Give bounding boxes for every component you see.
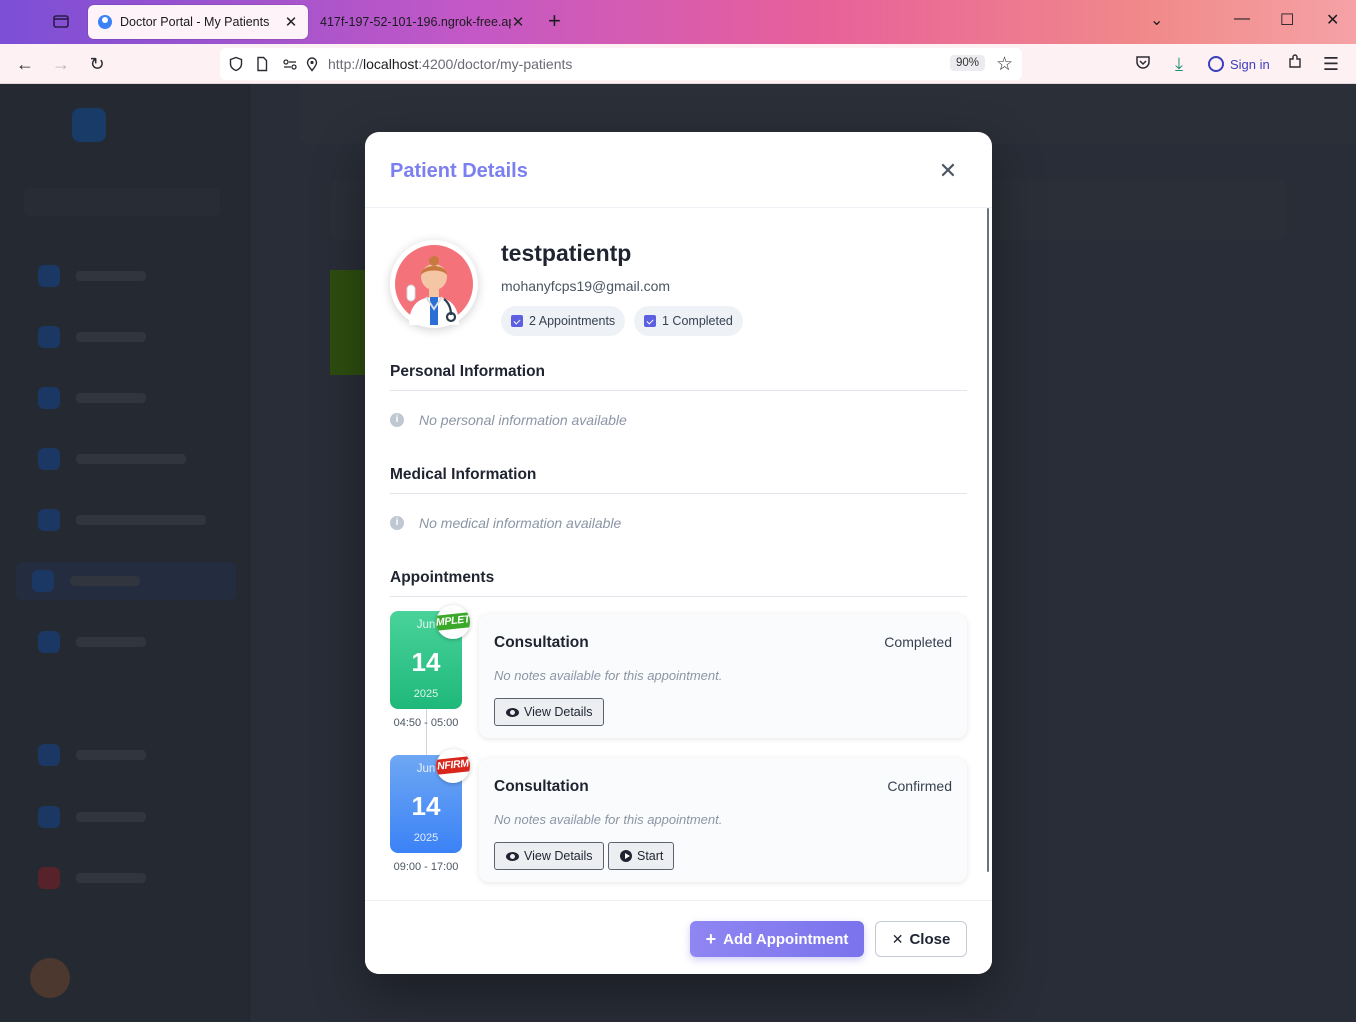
completed-count-label: 1 Completed <box>662 314 733 328</box>
info-icon: i <box>390 516 404 530</box>
url-scheme: http:// <box>328 56 364 72</box>
appointment-year: 2025 <box>413 688 439 700</box>
tab-title: 417f-197-52-101-196.ngrok-free.ap <box>320 15 511 29</box>
patient-avatar <box>390 240 478 328</box>
completed-status-icon: MPLET <box>436 605 470 639</box>
minimize-icon[interactable]: — <box>1234 10 1250 28</box>
plus-icon: + <box>705 929 717 949</box>
appointment-card: Consultation Confirmed No notes availabl… <box>479 758 967 882</box>
sign-in-label: Sign in <box>1230 56 1270 72</box>
completed-count-badge: 1 Completed <box>634 306 743 336</box>
personal-info-heading: Personal Information <box>390 363 546 380</box>
url-text[interactable]: http://localhost:4200/doctor/my-patients <box>328 56 572 72</box>
modal-header: Patient Details ✕ <box>365 132 992 208</box>
url-host: localhost <box>363 56 419 72</box>
close-icon[interactable]: ✕ <box>937 160 959 182</box>
browser-tab-active[interactable]: Doctor Portal - My Patients ✕ <box>88 5 308 39</box>
view-details-label: View Details <box>524 849 593 863</box>
appointment-time: 09:00 - 17:00 <box>393 861 459 873</box>
page-icon[interactable] <box>254 56 270 72</box>
url-path: :4200/doctor/my-patients <box>418 56 573 72</box>
add-appointment-label: Add Appointment <box>723 930 849 948</box>
appointment-status: Confirmed <box>887 778 952 794</box>
start-label: Start <box>637 849 664 863</box>
chevron-down-icon[interactable]: ⌄ <box>1150 10 1163 30</box>
reload-icon[interactable]: ↻ <box>86 53 108 75</box>
start-appointment-button[interactable]: Start <box>608 842 675 870</box>
medical-info-empty: i No medical information available <box>390 515 621 531</box>
maximize-icon[interactable]: ☐ <box>1280 10 1294 30</box>
view-details-button[interactable]: View Details <box>494 698 604 726</box>
appointment-day: 14 <box>411 791 441 821</box>
forward-icon[interactable]: → <box>50 53 72 75</box>
browser-toolbar: ← → ↻ http://localhost:4200/doctor/my-pa… <box>0 44 1356 84</box>
browser-tab-bar: Doctor Portal - My Patients ✕ 417f-197-5… <box>0 0 1356 44</box>
clipboard-check-icon <box>644 315 656 327</box>
favicon-icon <box>98 15 112 29</box>
sticker-text: MPLET <box>436 611 470 632</box>
eye-icon <box>506 851 519 861</box>
section-divider <box>390 596 967 597</box>
timeline-connector <box>426 702 427 757</box>
location-pin-icon[interactable] <box>304 56 320 72</box>
patient-details-modal: Patient Details ✕ testpatientp mohanyfcp… <box>365 132 992 974</box>
calendar-check-icon <box>511 315 523 327</box>
browser-tab[interactable]: 417f-197-52-101-196.ngrok-free.ap ✕ <box>310 5 535 39</box>
doctor-avatar-icon <box>395 245 473 325</box>
confirmed-status-icon: NFIRM <box>436 749 470 783</box>
tab-list-icon[interactable] <box>52 12 70 30</box>
personal-info-empty-text: No personal information available <box>419 412 627 428</box>
add-appointment-button[interactable]: + Add Appointment <box>690 921 864 957</box>
patient-email: mohanyfcps19@gmail.com <box>501 278 671 294</box>
download-icon[interactable]: ⤓ <box>1168 53 1190 75</box>
appointment-status: Completed <box>884 634 952 650</box>
appointment-notes: No notes available for this appointment. <box>494 812 723 827</box>
extensions-icon[interactable] <box>1284 53 1306 75</box>
account-icon <box>1208 56 1224 72</box>
url-bar[interactable]: http://localhost:4200/doctor/my-patients… <box>220 48 1022 80</box>
modal-scrollbar[interactable] <box>987 208 989 872</box>
personal-info-empty: i No personal information available <box>390 412 627 428</box>
tab-title: Doctor Portal - My Patients <box>120 15 270 29</box>
shield-icon[interactable] <box>228 56 244 72</box>
modal-footer: + Add Appointment ✕ Close <box>365 900 992 974</box>
tab-close-icon[interactable]: ✕ <box>284 13 298 31</box>
section-divider <box>390 390 967 391</box>
patient-name: testpatientp <box>501 240 632 266</box>
eye-icon <box>506 707 519 717</box>
modal-title: Patient Details <box>390 160 528 182</box>
window-close-icon[interactable]: ✕ <box>1326 10 1339 30</box>
appointments-count-badge: 2 Appointments <box>501 306 626 336</box>
appointment-type: Consultation <box>494 778 589 795</box>
close-button[interactable]: ✕ Close <box>875 921 967 957</box>
tab-close-icon[interactable]: ✕ <box>511 13 525 31</box>
pocket-icon[interactable] <box>1132 53 1154 75</box>
play-icon <box>620 850 632 862</box>
close-icon: ✕ <box>891 930 904 947</box>
zoom-level-badge[interactable]: 90% <box>950 55 986 71</box>
section-divider <box>390 493 967 494</box>
medical-info-heading: Medical Information <box>390 466 537 483</box>
info-icon: i <box>390 413 404 427</box>
appointment-type: Consultation <box>494 634 589 651</box>
view-details-button[interactable]: View Details <box>494 842 604 870</box>
bookmark-star-icon[interactable]: ☆ <box>996 53 1013 76</box>
appointments-count-label: 2 Appointments <box>529 314 616 328</box>
appointment-card: Consultation Completed No notes availabl… <box>479 614 967 738</box>
medical-info-empty-text: No medical information available <box>419 515 622 531</box>
sign-in-button[interactable]: Sign in <box>1200 49 1274 79</box>
close-label: Close <box>909 930 951 948</box>
sticker-text: NFIRM <box>436 755 470 776</box>
permissions-icon[interactable] <box>282 56 298 72</box>
menu-hamburger-icon[interactable]: ☰ <box>1320 53 1342 75</box>
appointment-time: 04:50 - 05:00 <box>393 717 459 729</box>
appointment-notes: No notes available for this appointment. <box>494 668 723 683</box>
view-details-label: View Details <box>524 705 593 719</box>
back-icon[interactable]: ← <box>14 53 36 75</box>
appointment-year: 2025 <box>413 832 439 844</box>
appointment-day: 14 <box>411 647 441 677</box>
new-tab-icon[interactable]: + <box>548 10 561 32</box>
appointments-heading: Appointments <box>390 569 495 586</box>
